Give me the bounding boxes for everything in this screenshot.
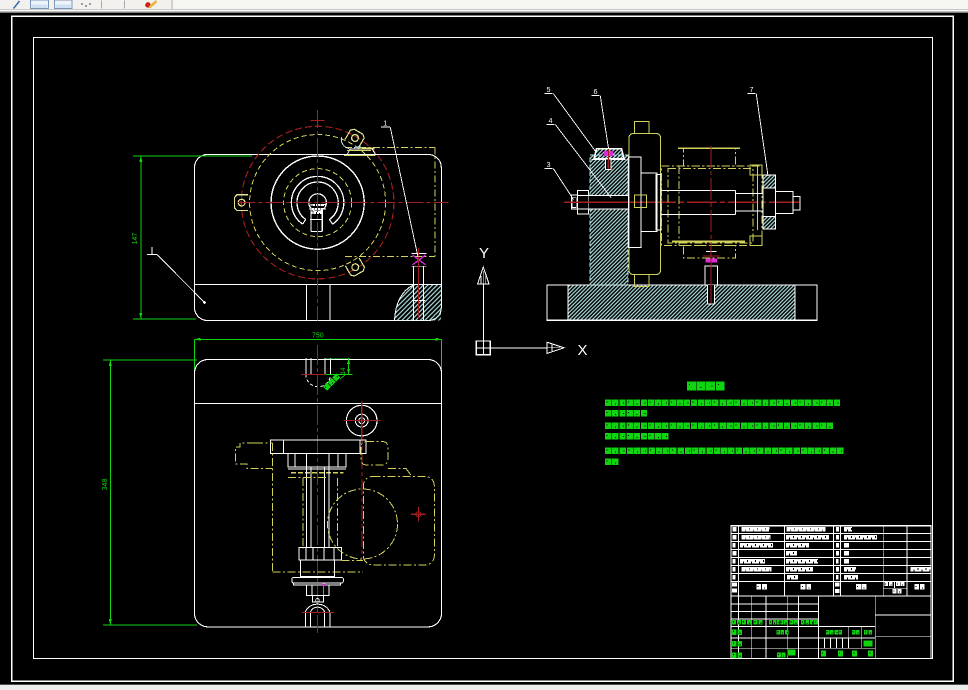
svg-text:147: 147 [132,233,139,245]
svg-text:750: 750 [312,332,324,339]
svg-text:4: 4 [549,116,553,125]
svg-text:1: 1 [383,119,387,128]
svg-text:Y: Y [479,245,489,262]
svg-text:X: X [577,342,587,359]
svg-text:14: 14 [340,367,347,375]
svg-text:7: 7 [750,85,754,94]
svg-text:3: 3 [547,160,551,169]
svg-text:348: 348 [102,479,109,491]
svg-text:5: 5 [547,85,551,94]
svg-text:6: 6 [594,87,598,96]
